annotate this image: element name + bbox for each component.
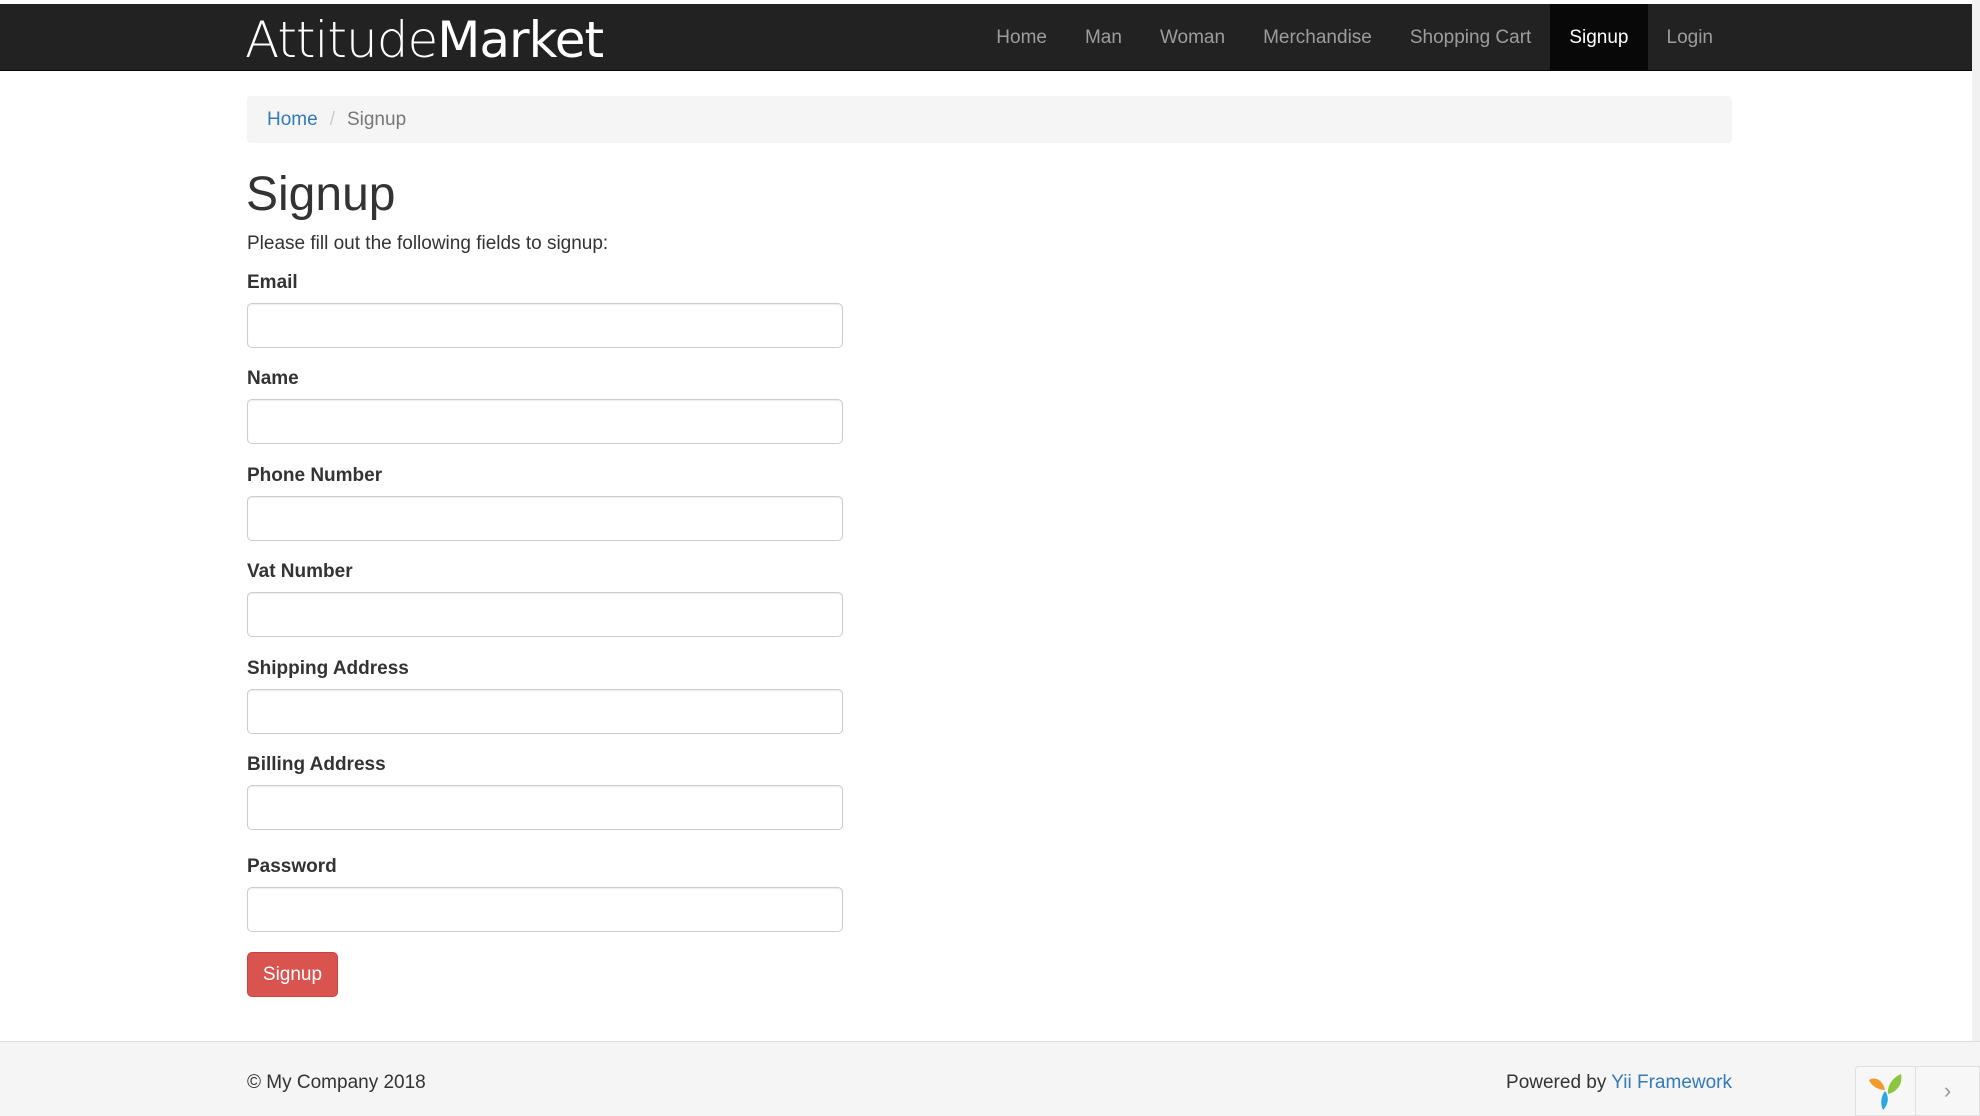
shipping-address-label: Shipping Address	[247, 658, 409, 679]
password-label: Password	[247, 856, 337, 877]
vat-field[interactable]	[247, 592, 843, 637]
breadcrumb-separator: /	[329, 108, 335, 130]
name-field[interactable]	[247, 399, 843, 444]
billing-address-label: Billing Address	[247, 754, 386, 775]
vat-group: Vat Number	[247, 561, 843, 637]
phone-group: Phone Number	[247, 465, 843, 541]
nav-item-woman[interactable]: Woman	[1141, 4, 1244, 71]
signup-button[interactable]: Signup	[247, 952, 338, 997]
nav-item-login[interactable]: Login	[1648, 4, 1733, 71]
powered-by-prefix: Powered by	[1506, 1072, 1607, 1093]
breadcrumb-current: Signup	[346, 108, 407, 130]
email-group: Email	[247, 272, 843, 348]
powered-by: Powered by Yii Framework	[1506, 1072, 1732, 1094]
breadcrumb: Home / Signup	[247, 96, 1732, 143]
chevron-right-icon[interactable]: ›	[1916, 1067, 1979, 1115]
password-group: Password	[247, 856, 843, 932]
nav-item-signup[interactable]: Signup	[1550, 4, 1648, 71]
password-field[interactable]	[247, 887, 843, 932]
email-field[interactable]	[247, 303, 843, 348]
phone-label: Phone Number	[247, 465, 383, 486]
billing-address-group: Billing Address	[247, 754, 843, 830]
footer: © My Company 2018 Powered by Yii Framewo…	[0, 1041, 1980, 1116]
breadcrumb-home-link[interactable]: Home	[267, 109, 318, 131]
billing-address-field[interactable]	[247, 785, 843, 830]
page-scrollbar[interactable]	[1972, 0, 1980, 1116]
vat-label: Vat Number	[247, 561, 353, 582]
brand-logo[interactable]: Attitude Market	[245, 11, 604, 69]
shipping-address-group: Shipping Address	[247, 658, 843, 734]
yii-framework-link[interactable]: Yii Framework	[1611, 1072, 1732, 1093]
nav-item-home[interactable]: Home	[977, 4, 1066, 71]
phone-field[interactable]	[247, 496, 843, 541]
email-label: Email	[247, 272, 298, 293]
brand-part-1: Attitude	[245, 11, 438, 69]
navbar: Attitude Market Home Man Woman Merchandis…	[0, 4, 1980, 71]
yii-logo-icon[interactable]	[1856, 1067, 1916, 1116]
name-label: Name	[247, 368, 299, 389]
main-nav: Home Man Woman Merchandise Shopping Cart…	[977, 4, 1732, 71]
page-title: Signup	[246, 168, 396, 221]
debug-toolbar: ›	[1855, 1066, 1980, 1116]
brand-part-2: Market	[437, 11, 604, 69]
nav-item-man[interactable]: Man	[1066, 4, 1141, 71]
nav-item-shopping-cart[interactable]: Shopping Cart	[1391, 4, 1550, 71]
shipping-address-field[interactable]	[247, 689, 843, 734]
copyright-text: © My Company 2018	[247, 1072, 426, 1093]
name-group: Name	[247, 368, 843, 444]
nav-item-merchandise[interactable]: Merchandise	[1244, 4, 1391, 71]
page-intro: Please fill out the following fields to …	[247, 233, 609, 254]
